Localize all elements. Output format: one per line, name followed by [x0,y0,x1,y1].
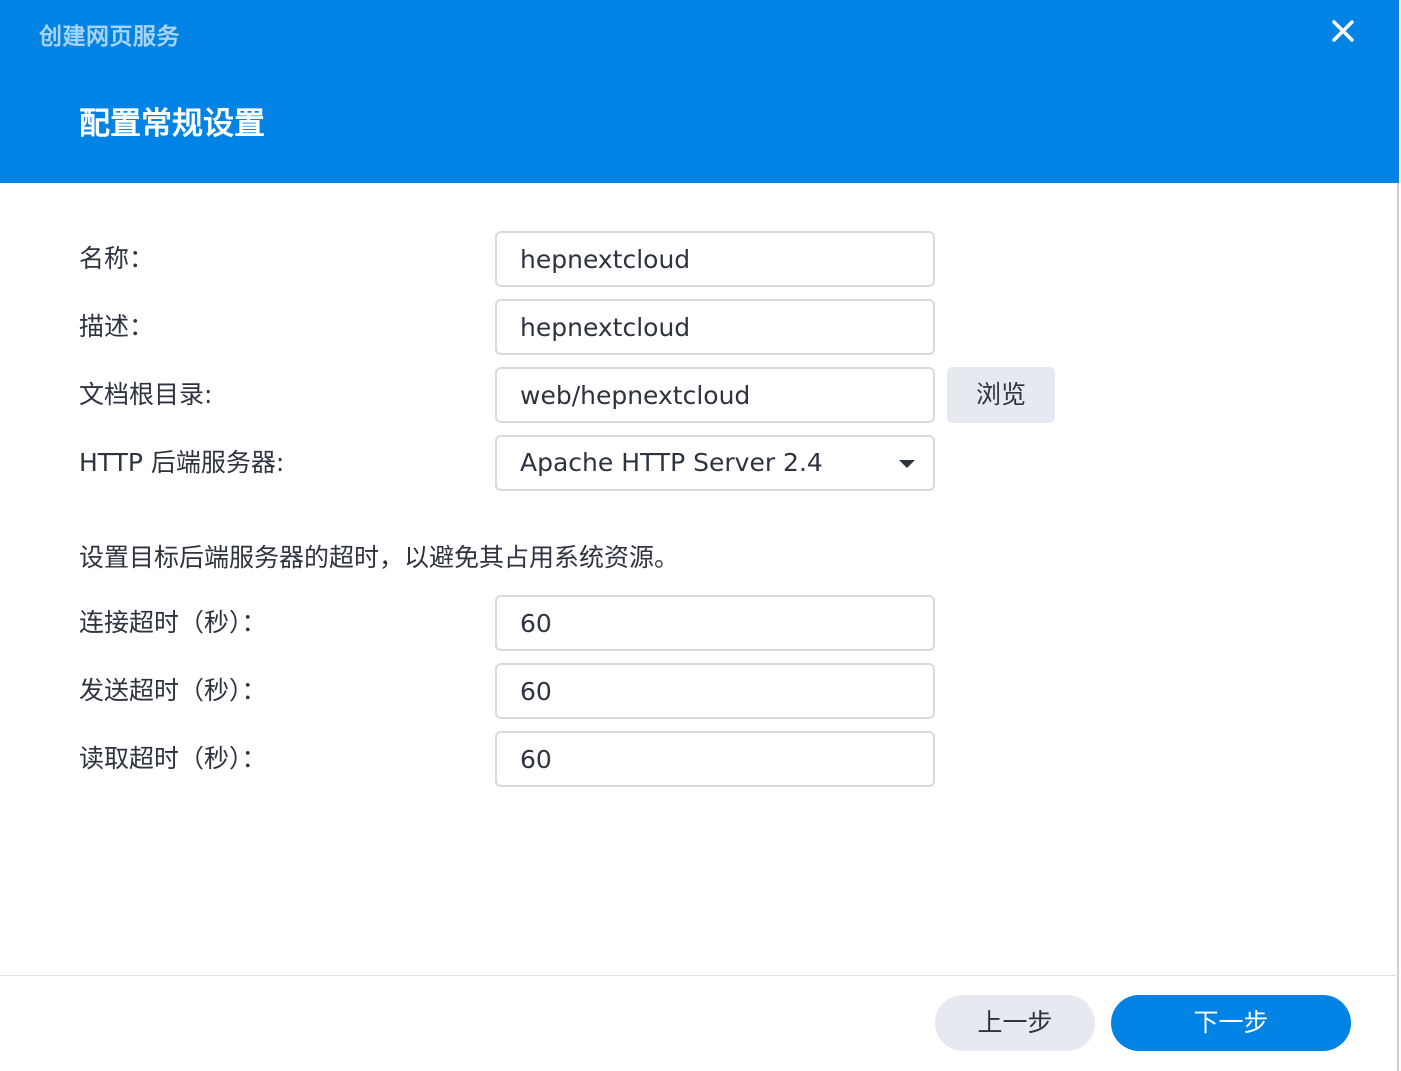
connect-timeout-input[interactable] [495,595,935,651]
doc-root-label: 文档根目录: [79,380,213,409]
next-button[interactable]: 下一步 [1111,995,1351,1051]
doc-root-input[interactable] [495,367,935,423]
prev-button[interactable]: 上一步 [935,995,1095,1051]
close-icon [1332,20,1354,42]
dialog-header: 创建网页服务 配置常规设置 [0,0,1399,183]
connect-timeout-label: 连接超时（秒）： [79,608,267,637]
read-timeout-label: 读取超时（秒）： [79,744,267,773]
close-button[interactable] [1324,14,1362,50]
browse-button[interactable]: 浏览 [947,367,1055,423]
send-timeout-label: 发送超时（秒）： [79,676,267,705]
page-heading: 配置常规设置 [79,106,265,142]
name-input[interactable] [495,231,935,287]
description-input[interactable] [495,299,935,355]
window-title: 创建网页服务 [39,24,180,50]
send-timeout-input[interactable] [495,663,935,719]
name-label: 名称： [79,244,155,273]
footer-divider [0,975,1399,976]
backend-label: HTTP 后端服务器: [79,448,285,477]
backend-select[interactable]: Apache HTTP Server 2.4 [495,435,935,491]
chevron-down-icon [899,460,915,468]
dialog-window: 创建网页服务 配置常规设置 名称： 描述： 文档根目录: 浏览 HTTP 后端服… [0,0,1399,1071]
description-label: 描述： [79,312,155,341]
read-timeout-input[interactable] [495,731,935,787]
backend-selected-value: Apache HTTP Server 2.4 [520,448,823,477]
timeout-description: 设置目标后端服务器的超时，以避免其占用系统资源。 [79,543,680,572]
